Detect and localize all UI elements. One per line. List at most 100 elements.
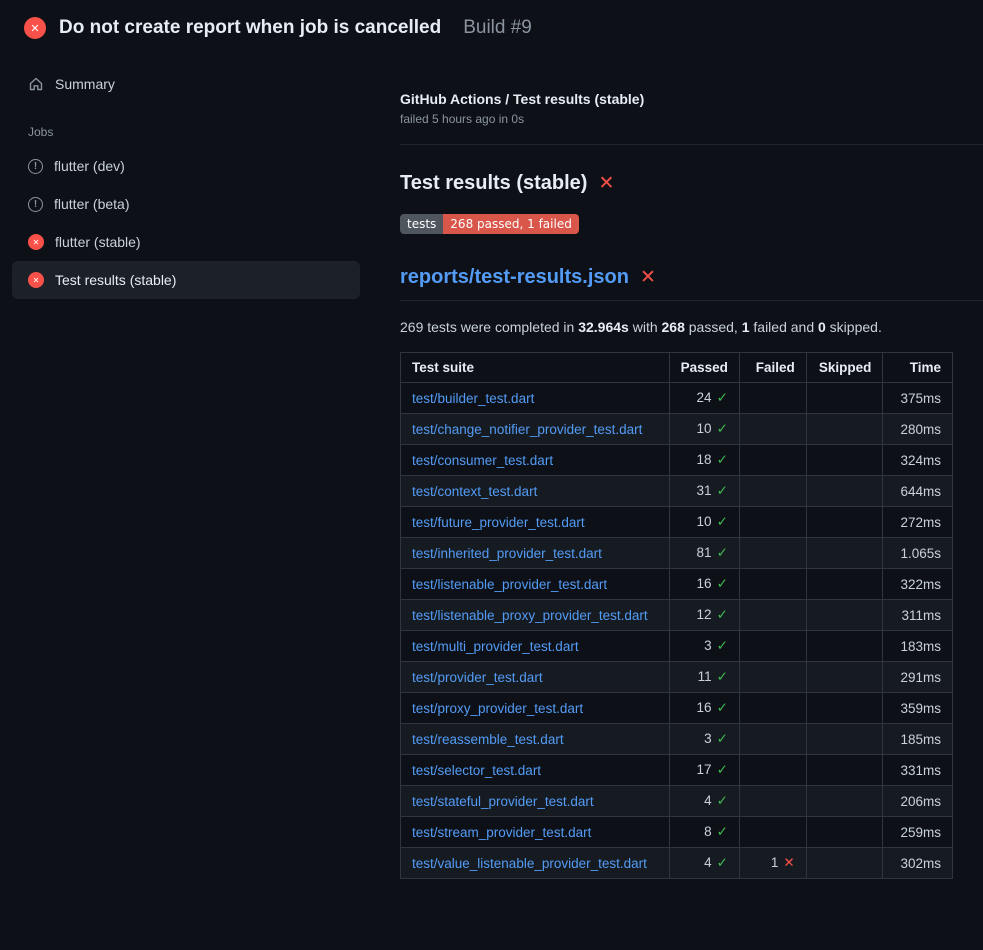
skipped-cell — [806, 445, 883, 476]
sidebar-item-flutter-dev[interactable]: ! flutter (dev) — [12, 147, 360, 185]
summary-text: 269 tests were completed in — [400, 319, 578, 335]
test-suite-link[interactable]: test/provider_test.dart — [412, 670, 543, 685]
page-title: Do not create report when job is cancell… — [59, 17, 441, 39]
time-cell: 302ms — [883, 848, 953, 879]
summary-sentence: 269 tests were completed in 32.964s with… — [400, 319, 983, 335]
test-suite-link[interactable]: test/context_test.dart — [412, 484, 537, 499]
warning-glyph: ! — [34, 199, 37, 210]
time-cell: 322ms — [883, 569, 953, 600]
check-icon: ✓ — [717, 793, 728, 808]
skipped-cell — [806, 662, 883, 693]
test-results-table: Test suite Passed Failed Skipped Time te… — [400, 352, 953, 879]
test-suite-link[interactable]: test/future_provider_test.dart — [412, 515, 585, 530]
sidebar-item-flutter-stable[interactable]: ✕ flutter (stable) — [12, 223, 360, 261]
sidebar-item-summary[interactable]: Summary — [12, 65, 360, 103]
test-suite-link[interactable]: test/inherited_provider_test.dart — [412, 546, 602, 561]
passed-cell: 81✓ — [669, 538, 739, 569]
skipped-cell — [806, 693, 883, 724]
table-row: test/listenable_proxy_provider_test.dart… — [401, 600, 953, 631]
check-icon: ✓ — [717, 638, 728, 653]
skipped-cell — [806, 600, 883, 631]
failed-cell — [739, 383, 806, 414]
failed-cell — [739, 755, 806, 786]
table-row: test/consumer_test.dart 18✓ 324ms — [401, 445, 953, 476]
passed-cell: 11✓ — [669, 662, 739, 693]
sidebar-summary-label: Summary — [55, 76, 115, 92]
table-row: test/listenable_provider_test.dart 16✓ 322… — [401, 569, 953, 600]
time-cell: 375ms — [883, 383, 953, 414]
table-row: test/inherited_provider_test.dart81✓1.06… — [401, 538, 953, 569]
header-skipped: Skipped — [806, 353, 883, 383]
table-row: test/builder_test.dart24✓375ms — [401, 383, 953, 414]
passed-cell: 10✓ — [669, 414, 739, 445]
test-suite-link[interactable]: test/reassemble_test.dart — [412, 732, 564, 747]
failed-cell — [739, 662, 806, 693]
time-cell: 259ms — [883, 817, 953, 848]
suite-cell: test/consumer_test.dart — [401, 445, 670, 476]
test-suite-link[interactable]: test/proxy_provider_test.dart — [412, 701, 583, 716]
suite-cell: test/stream_provider_test.dart — [401, 817, 670, 848]
sidebar-job-label: flutter (stable) — [55, 234, 141, 250]
divider — [400, 144, 983, 145]
test-suite-link[interactable]: test/selector_test.dart — [412, 763, 541, 778]
check-icon: ✓ — [717, 390, 728, 405]
x-glyph: ✕ — [33, 276, 40, 285]
suite-cell: test/listenable_provider_test.dart — [401, 569, 670, 600]
header-failed: Failed — [739, 353, 806, 383]
summary-failed-count: 1 — [742, 319, 750, 335]
test-suite-link[interactable]: test/value_listenable_provider_test.dart — [412, 856, 647, 871]
test-suite-link[interactable]: test/listenable_proxy_provider_test.dart — [412, 608, 648, 623]
test-table-body: test/builder_test.dart24✓375mstest/chang… — [401, 383, 953, 879]
failed-cell — [739, 414, 806, 445]
suite-cell: test/stateful_provider_test.dart — [401, 786, 670, 817]
build-number: Build #9 — [463, 17, 532, 39]
check-icon: ✓ — [717, 514, 728, 529]
check-icon: ✓ — [717, 545, 728, 560]
sidebar-item-flutter-beta[interactable]: ! flutter (beta) — [12, 185, 360, 223]
x-circle-icon: ✕ — [28, 272, 44, 288]
passed-count: 16 — [697, 700, 712, 715]
passed-cell: 16✓ — [669, 569, 739, 600]
check-icon: ✓ — [717, 576, 728, 591]
table-row: test/stream_provider_test.dart8✓259ms — [401, 817, 953, 848]
time-cell: 331ms — [883, 755, 953, 786]
skipped-cell — [806, 383, 883, 414]
failed-cell — [739, 786, 806, 817]
passed-cell: 12✓ — [669, 600, 739, 631]
test-suite-link[interactable]: test/stateful_provider_test.dart — [412, 794, 594, 809]
skipped-cell — [806, 817, 883, 848]
test-suite-link[interactable]: test/stream_provider_test.dart — [412, 825, 591, 840]
run-meta: failed 5 hours ago in 0s — [400, 112, 983, 126]
table-header-row: Test suite Passed Failed Skipped Time — [401, 353, 953, 383]
passed-cell: 18✓ — [669, 445, 739, 476]
test-suite-link[interactable]: test/builder_test.dart — [412, 391, 534, 406]
check-icon: ✓ — [717, 669, 728, 684]
skipped-cell — [806, 724, 883, 755]
passed-count: 8 — [704, 824, 712, 839]
suite-cell: test/future_provider_test.dart — [401, 507, 670, 538]
time-cell: 272ms — [883, 507, 953, 538]
passed-cell: 3✓ — [669, 631, 739, 662]
summary-text: with — [629, 319, 662, 335]
test-suite-link[interactable]: test/listenable_provider_test.dart — [412, 577, 607, 592]
time-cell: 324ms — [883, 445, 953, 476]
suite-cell: test/provider_test.dart — [401, 662, 670, 693]
suite-cell: test/reassemble_test.dart — [401, 724, 670, 755]
test-suite-link[interactable]: test/change_notifier_provider_test.dart — [412, 422, 642, 437]
suite-cell: test/inherited_provider_test.dart — [401, 538, 670, 569]
page-header: ✕ Do not create report when job is cance… — [0, 0, 983, 53]
summary-passed-count: 268 — [662, 319, 685, 335]
test-suite-link[interactable]: test/consumer_test.dart — [412, 453, 553, 468]
x-circle-icon: ✕ — [24, 17, 46, 39]
table-row: test/multi_provider_test.dart 3✓ 183ms — [401, 631, 953, 662]
test-suite-link[interactable]: test/multi_provider_test.dart — [412, 639, 579, 654]
failed-cell — [739, 445, 806, 476]
report-file-link[interactable]: reports/test-results.json — [400, 266, 629, 289]
skipped-cell — [806, 538, 883, 569]
suite-cell: test/listenable_proxy_provider_test.dart — [401, 600, 670, 631]
sidebar-item-test-results-stable[interactable]: ✕ Test results (stable) — [12, 261, 360, 299]
check-icon: ✓ — [717, 452, 728, 467]
suite-cell: test/builder_test.dart — [401, 383, 670, 414]
time-cell: 183ms — [883, 631, 953, 662]
failed-cell — [739, 569, 806, 600]
